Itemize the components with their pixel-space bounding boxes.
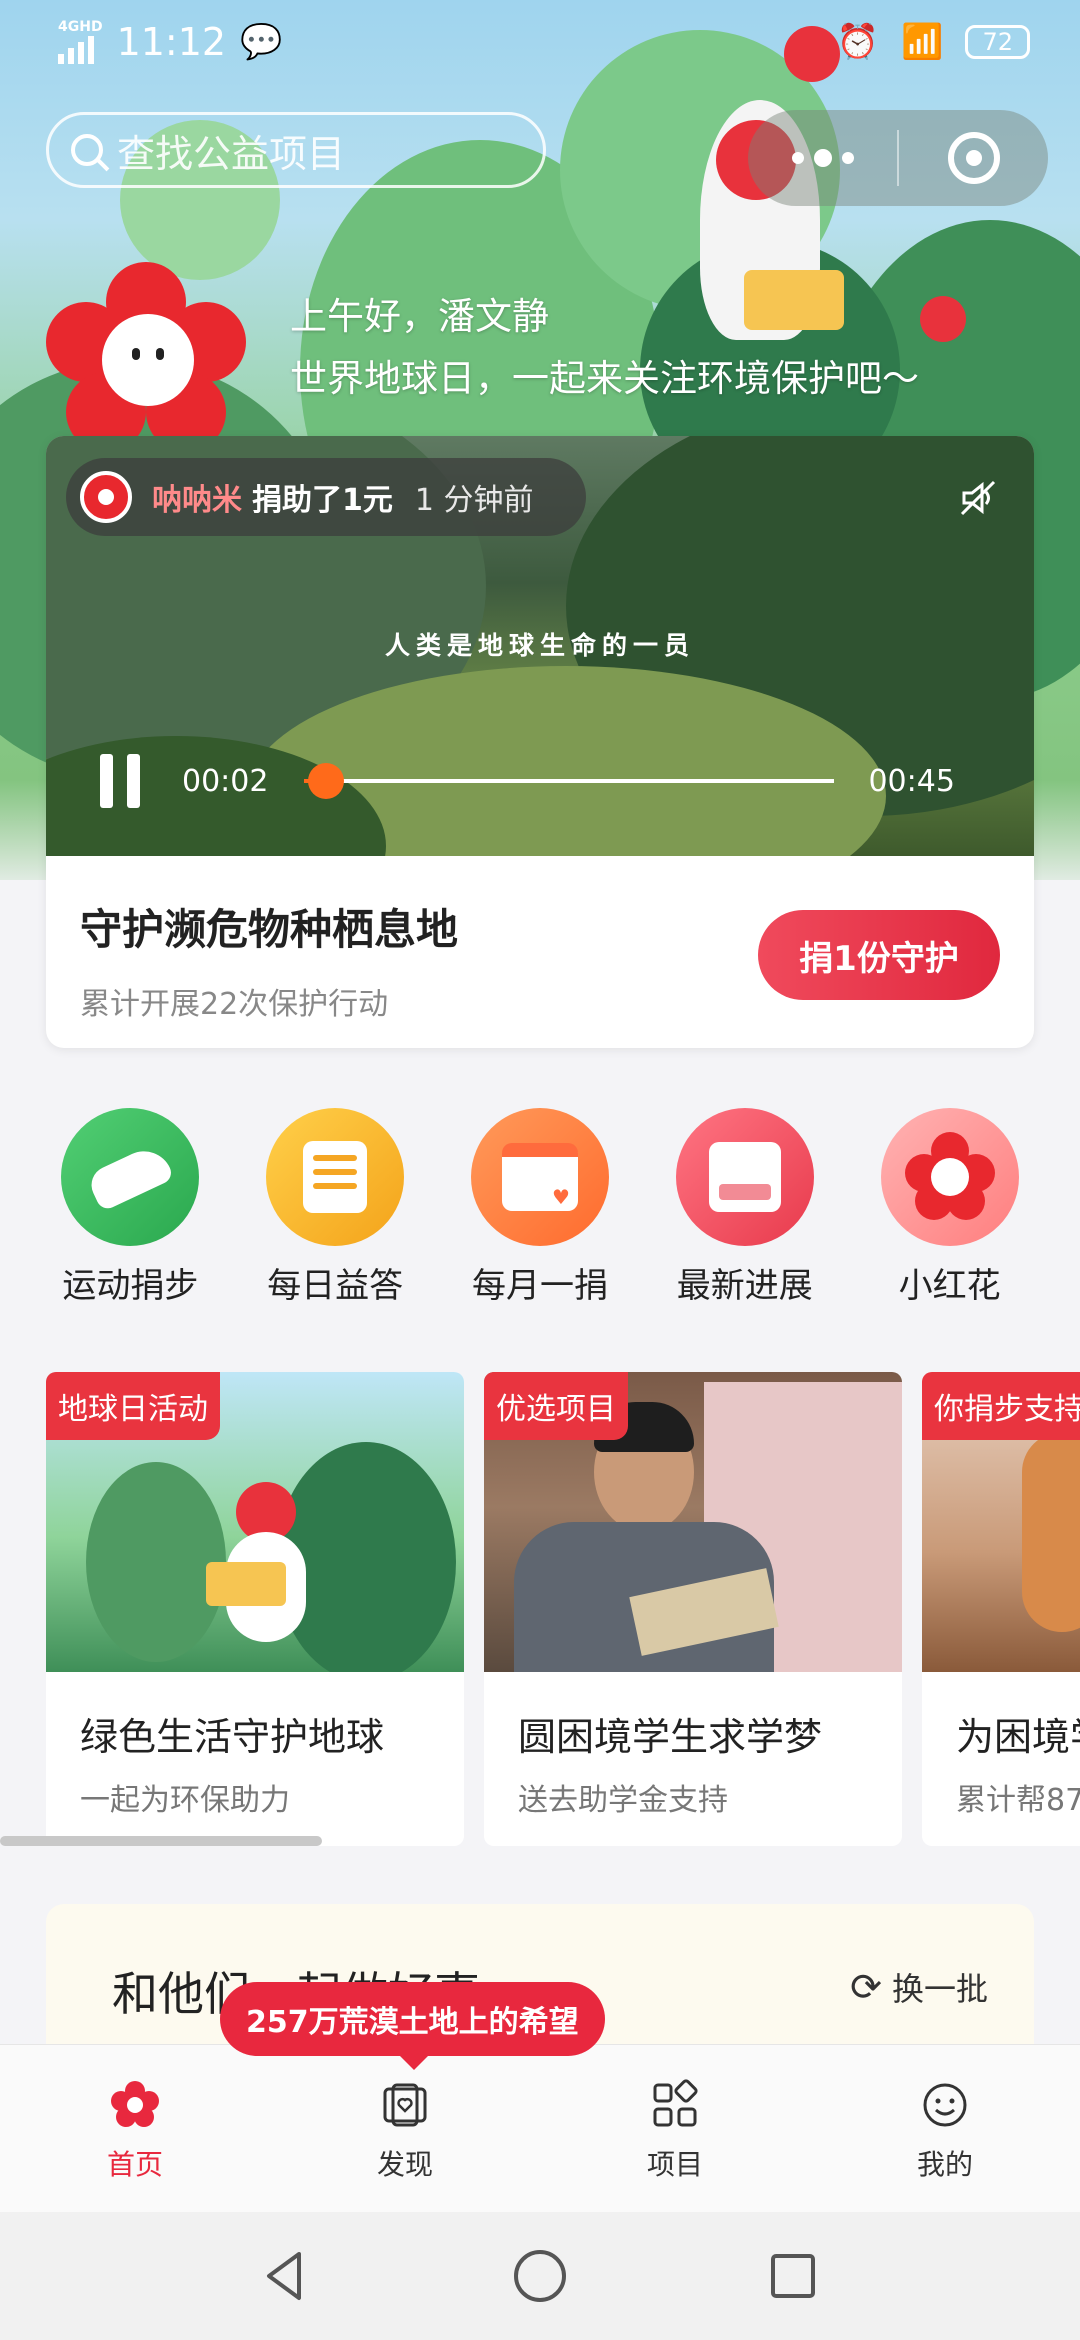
grid-icon	[653, 2079, 698, 2127]
discover-icon	[383, 2083, 427, 2127]
smile-icon	[923, 2083, 967, 2127]
project-card-title: 圆困境学生求学梦	[518, 1715, 823, 1759]
tab-me[interactable]: 我的	[810, 2045, 1080, 2212]
project-tag: 优选项目	[484, 1372, 628, 1440]
battery-indicator: 72	[965, 25, 1030, 59]
playback-controls: 00:02 00:45	[100, 746, 1020, 816]
tab-label: 项目	[646, 2148, 703, 2181]
flower-icon	[111, 2081, 159, 2127]
shoe-icon	[61, 1108, 200, 1246]
search-placeholder: 查找公益项目	[117, 131, 346, 176]
project-image: 地球日活动	[46, 1372, 464, 1672]
video-caption: 人类是地球生命的一员	[384, 631, 695, 660]
greeting-line-1: 上午好，潘文静	[290, 295, 549, 338]
wifi-icon: 📶	[901, 22, 944, 62]
project-card[interactable]: 地球日活动 绿色生活守护地球 一起为环保助力	[46, 1372, 464, 1846]
refresh-label: 换一批	[891, 1970, 988, 2008]
calendar-icon	[470, 1108, 609, 1246]
back-icon[interactable]	[257, 2246, 317, 2306]
signal-icon: 4GHD	[58, 20, 103, 64]
donate-button[interactable]: 捐1份守护	[758, 910, 1000, 1000]
shortcut-step-donation[interactable]: 运动捐步	[35, 1108, 225, 1308]
alarm-icon: ⏰	[836, 22, 880, 62]
donor-avatar	[80, 471, 132, 523]
dot-icon	[813, 149, 832, 167]
home-icon[interactable]	[510, 2246, 570, 2306]
promo-bubble[interactable]: 257万荒漠土地上的希望	[220, 1982, 605, 2070]
project-carousel[interactable]: 地球日活动 绿色生活守护地球 一起为环保助力 优选项目 圆困境学生求学梦 送去助…	[0, 1372, 1080, 1846]
more-menu-button[interactable]	[748, 149, 897, 167]
tab-discover[interactable]: 发现	[270, 2045, 540, 2212]
tab-bar: 首页 发现 项目 我的	[0, 2044, 1080, 2212]
donor-action: 捐助了1元	[252, 483, 393, 518]
message-icon: 💬	[240, 22, 283, 62]
mascot-flower	[46, 262, 246, 452]
target-icon	[947, 132, 1000, 184]
project-card-subtitle: 一起为环保助力	[80, 1783, 290, 1818]
project-tag: 你捐步支持	[922, 1372, 1080, 1440]
refresh-button[interactable]: ⟳ 换一批	[850, 1964, 988, 2010]
shortcut-label: 运动捐步	[62, 1266, 199, 1306]
project-image: 你捐步支持	[922, 1372, 1080, 1672]
miniprogram-capsule	[748, 110, 1048, 206]
tab-label: 首页	[106, 2148, 163, 2181]
project-tag: 地球日活动	[46, 1372, 220, 1440]
donor-name: 呐呐米	[152, 483, 242, 518]
inbox-icon	[675, 1108, 814, 1246]
tab-home[interactable]: 首页	[0, 2045, 270, 2212]
search-input[interactable]: 查找公益项目	[46, 112, 546, 188]
project-card-title: 绿色生活守护地球	[80, 1715, 385, 1759]
dot-icon	[791, 152, 804, 164]
project-info: 守护濒危物种栖息地 累计开展22次保护行动 捐1份守护	[46, 856, 1034, 1048]
document-icon	[266, 1108, 405, 1246]
mute-icon[interactable]	[958, 478, 998, 518]
shortcut-label: 小红花	[898, 1266, 1001, 1306]
system-navigation-bar	[0, 2212, 1080, 2340]
shortcut-daily-quiz[interactable]: 每日益答	[240, 1108, 430, 1308]
current-time: 00:02	[182, 763, 269, 799]
project-card-subtitle: 累计帮87	[956, 1783, 1080, 1818]
donation-ticker: 呐呐米 捐助了1元 1 分钟前	[66, 458, 586, 536]
shortcut-label: 每日益答	[267, 1266, 404, 1306]
network-type: 4GHD	[58, 19, 103, 35]
refresh-icon: ⟳	[850, 1965, 882, 2009]
status-bar: 4GHD 11:12 💬 ⏰ 📶 72	[0, 0, 1080, 84]
carousel-scroll-indicator	[0, 1836, 322, 1846]
search-icon	[71, 134, 103, 166]
shortcut-label: 每月一捐	[471, 1266, 608, 1306]
shortcut-little-red-flower[interactable]: 小红花	[855, 1108, 1045, 1308]
recents-icon[interactable]	[763, 2246, 823, 2306]
tab-label: 我的	[916, 2148, 973, 2181]
featured-project-card[interactable]: 呐呐米 捐助了1元 1 分钟前 人类是地球生命的一员 00:02 00:45 守…	[46, 436, 1034, 1048]
dot-icon	[841, 152, 854, 164]
greeting-line-2: 世界地球日，一起来关注环境保护吧～	[290, 357, 919, 400]
shortcut-monthly-donation[interactable]: 每月一捐	[445, 1108, 635, 1308]
greeting: 上午好，潘文静 世界地球日，一起来关注环境保护吧～	[290, 286, 919, 410]
progress-knob[interactable]	[307, 763, 344, 799]
close-miniprogram-button[interactable]	[899, 132, 1048, 184]
video-player[interactable]: 呐呐米 捐助了1元 1 分钟前 人类是地球生命的一员 00:02 00:45	[46, 436, 1034, 856]
project-card[interactable]: 优选项目 圆困境学生求学梦 送去助学金支持	[484, 1372, 902, 1846]
shortcut-row: 运动捐步 每日益答 每月一捐 最新进展 小红花	[0, 1108, 1080, 1308]
clock: 11:12	[116, 20, 227, 64]
project-card[interactable]: 你捐步支持 为困境学 累计帮87	[922, 1372, 1080, 1846]
progress-bar[interactable]	[304, 763, 835, 799]
shortcut-label: 最新进展	[676, 1266, 813, 1306]
project-card-title: 为困境学	[956, 1715, 1080, 1759]
flower-icon	[880, 1108, 1019, 1246]
pause-button[interactable]	[100, 754, 140, 808]
project-card-subtitle: 送去助学金支持	[518, 1783, 728, 1818]
tab-projects[interactable]: 项目	[540, 2045, 810, 2212]
project-image: 优选项目	[484, 1372, 902, 1672]
donor-time: 1 分钟前	[414, 483, 534, 518]
tab-label: 发现	[376, 2148, 433, 2181]
total-time: 00:45	[868, 763, 955, 799]
shortcut-latest-progress[interactable]: 最新进展	[650, 1108, 840, 1308]
